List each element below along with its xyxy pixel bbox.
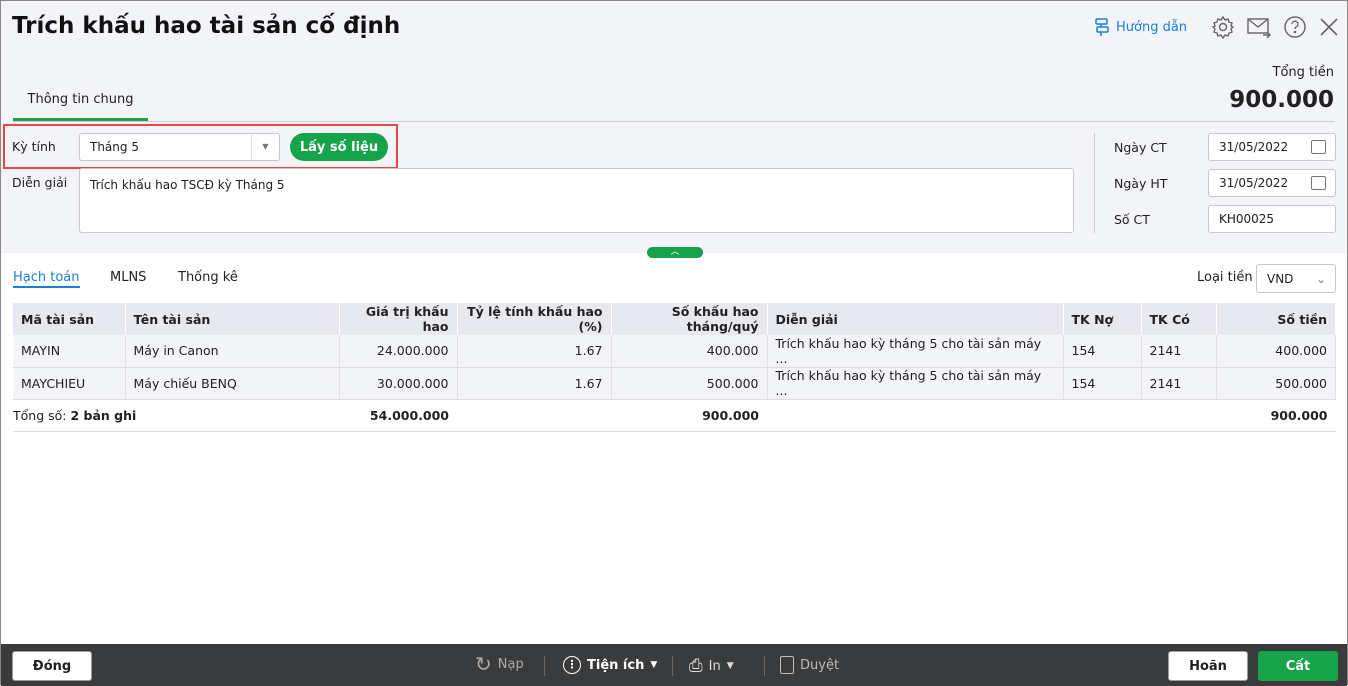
currency-label: Loại tiền [1197, 270, 1253, 285]
chevron-down-icon: ⌄ [1315, 271, 1326, 286]
col-amount[interactable]: Số tiền [1216, 303, 1336, 335]
cell[interactable]: 500.000 [611, 367, 768, 400]
collapse-toggle[interactable]: ︿ [647, 247, 703, 258]
document-icon [780, 656, 794, 674]
cancel-button[interactable]: Hoãn [1168, 651, 1248, 681]
cell[interactable]: Máy chiếu BENQ [125, 367, 340, 400]
cell[interactable]: 24.000.000 [339, 335, 458, 368]
cell[interactable]: 1.67 [457, 367, 612, 400]
send-email-icon[interactable] [1247, 15, 1271, 39]
info-circle-icon: ⋮ [563, 656, 581, 674]
printer-icon: ⎙ [689, 656, 703, 676]
description-input[interactable]: Trích khấu hao TSCĐ kỳ Tháng 5 [79, 168, 1074, 233]
cell[interactable]: MAYCHIEU [13, 367, 126, 400]
guide-link[interactable]: Hướng dẫn [1094, 18, 1187, 36]
cell[interactable]: 154 [1063, 335, 1142, 368]
approve-button[interactable]: Duyệt [780, 656, 839, 674]
cell[interactable]: Trích khấu hao kỳ tháng 5 cho tài sản má… [767, 367, 1064, 400]
total-depreciation-value: 54.000.000 [339, 399, 457, 432]
record-count: Tổng số: 2 bản ghi [13, 399, 339, 432]
col-asset-name[interactable]: Tên tài sản [125, 303, 340, 335]
description-label: Diễn giải [12, 175, 68, 190]
col-credit-account[interactable]: TK Có [1141, 303, 1217, 335]
divider [13, 121, 1335, 122]
divider [672, 656, 673, 676]
currency-select[interactable]: VND ⌄ [1256, 264, 1336, 293]
tab-accounting[interactable]: Hạch toán [13, 270, 80, 288]
signpost-icon [1095, 18, 1109, 36]
cell[interactable]: 2141 [1141, 335, 1217, 368]
assets-table: Mã tài sản Tên tài sản Giá trị khấu hao … [13, 303, 1336, 432]
fetch-data-button[interactable]: Lấy số liệu [290, 133, 388, 161]
total-period-depreciation: 900.000 [611, 399, 767, 432]
cell[interactable]: 30.000.000 [339, 367, 458, 400]
footer-toolbar: Đóng ↻ Nạp ⋮ Tiện ích ▼ ⎙ In ▼ Duyệt Hoãn Cất [1, 644, 1347, 686]
tab-mlns[interactable]: MLNS [110, 270, 146, 285]
print-button[interactable]: ⎙ In ▼ [689, 656, 734, 676]
caret-down-icon: ▼ [650, 660, 658, 670]
total-row: Tổng số: 2 bản ghi 54.000.000 900.000 90… [13, 399, 1336, 432]
voucher-date-input[interactable]: 31/05/2022 [1208, 133, 1336, 161]
cell[interactable]: 1.67 [457, 335, 612, 368]
divider [1094, 133, 1095, 233]
calendar-icon[interactable] [1311, 140, 1326, 154]
col-description[interactable]: Diễn giải [767, 303, 1064, 335]
total-value: 900.000 [1229, 87, 1334, 113]
calendar-icon[interactable] [1311, 176, 1326, 190]
voucher-no-input[interactable]: KH00025 [1208, 205, 1336, 233]
table-row[interactable]: MAYIN Máy in Canon 24.000.000 1.67 400.000 Tr… [13, 335, 1336, 368]
voucher-date-label: Ngày CT [1114, 140, 1167, 155]
reload-button[interactable]: ↻ Nạp [475, 652, 524, 676]
cell[interactable]: MAYIN [13, 335, 126, 368]
cell[interactable]: 400.000 [611, 335, 768, 368]
cell[interactable]: 154 [1063, 367, 1142, 400]
cell[interactable]: 500.000 [1216, 367, 1336, 400]
col-depreciation-value[interactable]: Giá trị khấu hao [339, 303, 458, 335]
caret-down-icon: ▼ [726, 661, 734, 671]
chevron-down-icon[interactable]: ▼ [251, 134, 279, 160]
period-label: Kỳ tính [12, 139, 56, 154]
col-asset-code[interactable]: Mã tài sản [13, 303, 126, 335]
tab-general-info[interactable]: Thông tin chung [13, 91, 148, 121]
divider [764, 656, 765, 676]
header-area: Trích khấu hao tài sản cố định Hướng dẫn… [1, 1, 1347, 253]
col-period-depreciation[interactable]: Số khấu hao tháng/quý [611, 303, 768, 335]
post-date-label: Ngày HT [1114, 176, 1168, 191]
table-row[interactable]: MAYCHIEU Máy chiếu BENQ 30.000.000 1.67 500.… [13, 367, 1336, 400]
col-rate[interactable]: Tỷ lệ tính khấu hao (%) [457, 303, 612, 335]
divider [544, 656, 545, 676]
tab-statistics[interactable]: Thống kê [178, 270, 238, 285]
close-icon[interactable] [1317, 15, 1341, 39]
total-amount: 900.000 [1216, 399, 1336, 432]
cell[interactable]: Máy in Canon [125, 335, 340, 368]
save-button[interactable]: Cất [1258, 651, 1338, 681]
help-icon[interactable] [1283, 15, 1307, 39]
page-title: Trích khấu hao tài sản cố định [12, 13, 401, 39]
post-date-input[interactable]: 31/05/2022 [1208, 169, 1336, 197]
cell[interactable]: 400.000 [1216, 335, 1336, 368]
total-label: Tổng tiền [1272, 65, 1334, 80]
voucher-no-label: Số CT [1114, 212, 1150, 227]
cell[interactable]: 2141 [1141, 367, 1217, 400]
refresh-icon: ↻ [475, 652, 492, 676]
utilities-button[interactable]: ⋮ Tiện ích ▼ [563, 656, 657, 674]
cell[interactable]: Trích khấu hao kỳ tháng 5 cho tài sản má… [767, 335, 1064, 368]
chevron-up-icon: ︿ [670, 247, 680, 257]
col-debit-account[interactable]: TK Nợ [1063, 303, 1142, 335]
period-select[interactable]: Tháng 5 ▼ [79, 133, 280, 161]
close-button[interactable]: Đóng [12, 651, 92, 681]
table-header: Mã tài sản Tên tài sản Giá trị khấu hao … [13, 303, 1336, 335]
gear-icon[interactable] [1211, 15, 1235, 39]
